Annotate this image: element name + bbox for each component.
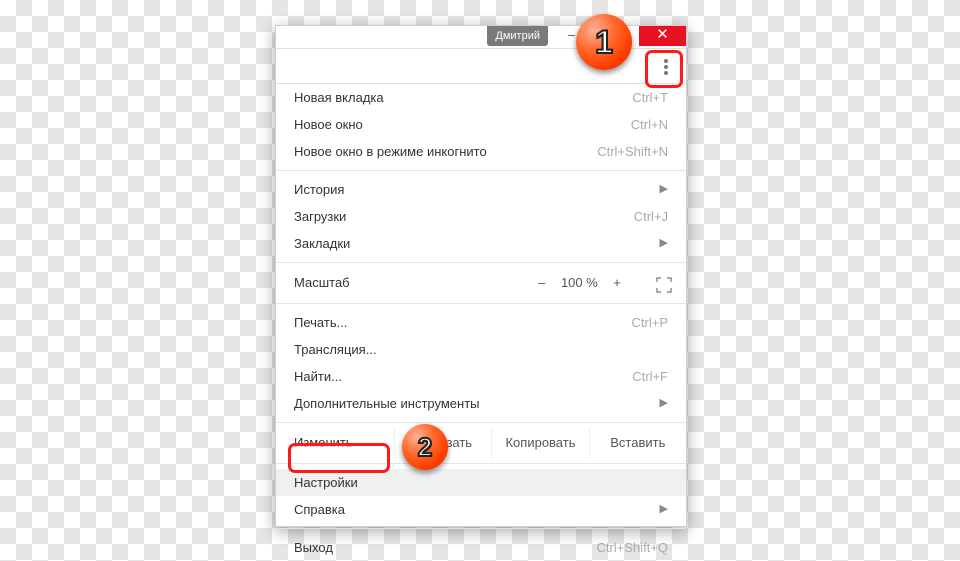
menu-label: Дополнительные инструменты <box>294 396 480 411</box>
menu-label: Настройки <box>294 475 358 490</box>
menu-shortcut: Ctrl+Shift+N <box>597 138 668 165</box>
zoom-controls: – 100 % + <box>531 268 628 298</box>
chrome-window: Дмитрий – ❐ ✕ Новая вкладка Ctrl+T Новое… <box>275 25 687 527</box>
menu-label: Новое окно в режиме инкогнито <box>294 144 487 159</box>
menu-item-incognito[interactable]: Новое окно в режиме инкогнито Ctrl+Shift… <box>276 138 686 165</box>
menu-label: Справка <box>294 502 345 517</box>
chrome-menu: Новая вкладка Ctrl+T Новое окно Ctrl+N Н… <box>276 84 686 526</box>
menu-label: Масштаб <box>294 275 350 290</box>
separator <box>276 528 686 529</box>
menu-item-print[interactable]: Печать... Ctrl+P <box>276 309 686 336</box>
menu-item-downloads[interactable]: Загрузки Ctrl+J <box>276 203 686 230</box>
menu-item-more-tools[interactable]: Дополнительные инструменты ▶ <box>276 390 686 417</box>
menu-label: Найти... <box>294 369 342 384</box>
edit-copy[interactable]: Копировать <box>491 428 588 458</box>
edit-paste[interactable]: Вставить <box>589 428 686 458</box>
menu-item-history[interactable]: История ▶ <box>276 176 686 203</box>
menu-label: Печать... <box>294 315 347 330</box>
menu-button[interactable] <box>652 53 680 81</box>
menu-label: Трансляция... <box>294 342 377 357</box>
menu-item-new-window[interactable]: Новое окно Ctrl+N <box>276 111 686 138</box>
separator <box>276 170 686 171</box>
menu-shortcut: Ctrl+F <box>632 363 668 390</box>
menu-label: История <box>294 182 344 197</box>
zoom-out-button[interactable]: – <box>531 268 553 298</box>
menu-shortcut: Ctrl+Shift+Q <box>596 534 668 561</box>
callout-badge-1: 1 <box>576 14 632 70</box>
callout-number: 2 <box>418 432 432 463</box>
menu-item-settings[interactable]: Настройки <box>276 469 686 496</box>
zoom-value: 100 % <box>556 268 602 298</box>
menu-label: Выход <box>294 540 333 555</box>
fullscreen-button[interactable] <box>656 274 672 304</box>
separator <box>276 303 686 304</box>
menu-item-help[interactable]: Справка ▶ <box>276 496 686 523</box>
menu-shortcut: Ctrl+J <box>634 203 668 230</box>
callout-badge-2: 2 <box>402 424 448 470</box>
menu-shortcut: Ctrl+T <box>632 84 668 111</box>
menu-label: Новое окно <box>294 117 363 132</box>
menu-item-edit: Изменить Вырезать Копировать Вставить <box>276 428 686 458</box>
separator <box>276 463 686 464</box>
chevron-right-icon: ▶ <box>660 230 668 257</box>
menu-shortcut: Ctrl+N <box>631 111 668 138</box>
menu-label: Закладки <box>294 236 350 251</box>
menu-shortcut: Ctrl+P <box>632 309 668 336</box>
chevron-right-icon: ▶ <box>660 176 668 203</box>
menu-label: Изменить <box>276 428 394 458</box>
menu-item-zoom: Масштаб – 100 % + <box>276 268 686 298</box>
menu-item-find[interactable]: Найти... Ctrl+F <box>276 363 686 390</box>
callout-number: 1 <box>595 24 613 61</box>
separator <box>276 422 686 423</box>
close-button[interactable]: ✕ <box>639 26 686 46</box>
zoom-in-button[interactable]: + <box>606 268 628 298</box>
kebab-icon <box>664 59 668 75</box>
chevron-right-icon: ▶ <box>660 496 668 523</box>
chevron-right-icon: ▶ <box>660 390 668 417</box>
menu-label: Новая вкладка <box>294 90 384 105</box>
user-chip[interactable]: Дмитрий <box>487 26 548 46</box>
fullscreen-icon <box>656 277 672 293</box>
menu-item-new-tab[interactable]: Новая вкладка Ctrl+T <box>276 84 686 111</box>
menu-label: Загрузки <box>294 209 346 224</box>
menu-item-cast[interactable]: Трансляция... <box>276 336 686 363</box>
separator <box>276 262 686 263</box>
menu-item-bookmarks[interactable]: Закладки ▶ <box>276 230 686 257</box>
menu-item-exit[interactable]: Выход Ctrl+Shift+Q <box>276 534 686 561</box>
